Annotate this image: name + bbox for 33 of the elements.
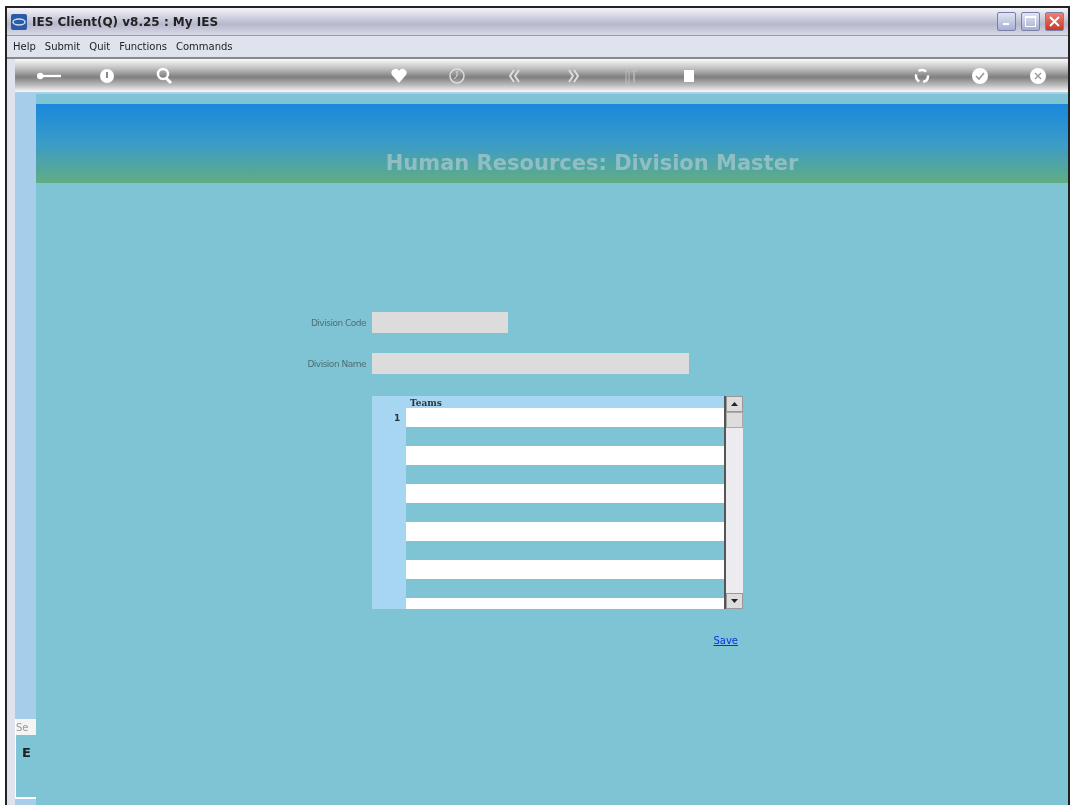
close-icon [1049,16,1060,27]
maximize-button[interactable] [1021,12,1040,31]
up-arrow-icon [731,402,738,406]
input-field[interactable] [372,353,689,374]
menu-item[interactable]: Functions [119,41,167,52]
scroll-thumb[interactable] [726,412,743,428]
app-icon [11,13,27,30]
menu-item[interactable]: Quit [89,41,111,52]
field-label: Division Name [306,358,366,369]
column-header: Teams [409,397,443,408]
save-link[interactable]: Save [713,635,738,646]
menu-item[interactable]: Commands [175,41,233,52]
row-number: 1 [394,412,401,423]
scroll-up-button[interactable] [726,396,743,412]
scroll-down-button[interactable] [726,593,743,609]
maximize-icon [1025,16,1036,27]
side-panel-label: Se [16,719,36,735]
scrollbar[interactable] [724,396,743,609]
search-icon [155,66,175,85]
minimize-button[interactable] [997,12,1016,31]
menu-item[interactable]: Help [13,41,36,52]
page-title: Human Resources: Division Master [385,151,799,175]
down-arrow-icon [731,599,738,603]
field-label: Division Code [309,317,366,328]
menu-item[interactable]: Submit [44,41,81,52]
check-icon [970,66,990,85]
input-field[interactable] [372,312,508,333]
heart-icon [388,66,409,85]
clock-icon [446,66,467,85]
window-title: IES Client(Q) v8.25 : My IES [32,14,220,29]
close-button[interactable] [1045,12,1064,31]
close-icon [1028,66,1048,85]
side-panel-letter: E [22,745,32,760]
